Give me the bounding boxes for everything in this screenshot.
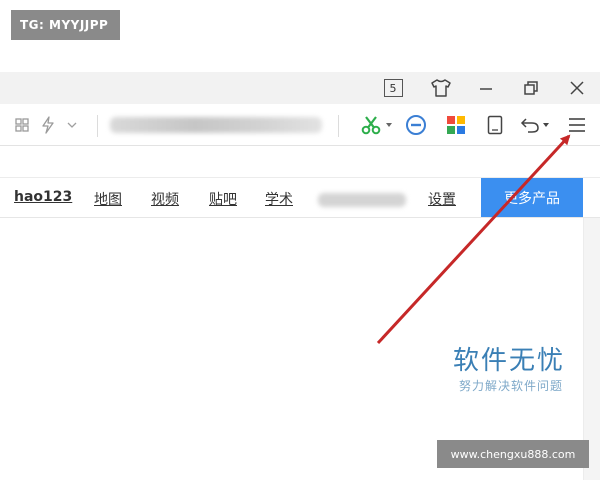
close-button[interactable]	[561, 72, 593, 104]
close-icon	[570, 81, 584, 95]
more-products-label: 更多产品	[504, 190, 560, 207]
watermark-title: 软件无忧	[453, 346, 566, 376]
watermark-subtitle: 努力解决软件问题	[459, 379, 564, 393]
minimize-button[interactable]	[470, 72, 502, 104]
nav-redacted-item[interactable]	[318, 193, 406, 207]
tab-count-button[interactable]: 5	[377, 72, 409, 104]
undo-dropdown[interactable]	[541, 113, 551, 137]
menu-icon	[569, 118, 585, 132]
nav-link-video[interactable]: 视频	[151, 189, 179, 209]
tshirt-icon	[431, 79, 451, 97]
mobile-sync-button[interactable]	[483, 113, 507, 137]
chevron-down-icon	[67, 122, 77, 128]
stop-icon	[406, 115, 426, 135]
grid-icon	[15, 118, 29, 132]
grid-button[interactable]	[12, 113, 32, 137]
page-top-nav: hao123 地图 视频 贴吧 学术 设置 更多产品	[0, 178, 600, 218]
caret-down-icon	[386, 123, 392, 127]
skin-button[interactable]	[425, 72, 457, 104]
tab-count-value: 5	[383, 79, 403, 97]
minimize-icon	[480, 88, 492, 90]
watermark-tag-badge: TG: MYYJJPP	[11, 10, 120, 40]
browser-titlebar: 5	[0, 72, 600, 104]
browser-toolbar	[0, 104, 600, 146]
ad-block-button[interactable]	[403, 113, 429, 137]
toolbar-divider	[338, 115, 339, 137]
caret-down-icon	[543, 123, 549, 127]
bolt-icon	[42, 116, 54, 134]
scissors-icon	[361, 116, 381, 135]
more-products-button[interactable]: 更多产品	[481, 178, 583, 217]
nav-link-map[interactable]: 地图	[94, 189, 122, 209]
bookmarks-bar	[0, 146, 600, 178]
apps-button[interactable]	[444, 113, 468, 137]
address-bar-redacted[interactable]	[110, 117, 322, 133]
watermark-tag-text: TG: MYYJJPP	[20, 18, 109, 32]
accelerate-button[interactable]	[38, 113, 58, 137]
screenshot-dropdown[interactable]	[384, 113, 394, 137]
restore-button[interactable]	[515, 72, 547, 104]
restore-icon	[524, 81, 538, 95]
apps-icon	[447, 116, 465, 134]
nav-link-settings[interactable]: 设置	[428, 189, 456, 209]
watermark-site-text: www.chengxu888.com	[450, 447, 576, 461]
screenshot-button[interactable]	[358, 113, 384, 137]
tablet-icon	[487, 115, 503, 135]
watermark-site-badge: www.chengxu888.com	[437, 440, 589, 468]
undo-button[interactable]	[519, 113, 541, 137]
nav-link-hao123[interactable]: hao123	[14, 189, 72, 205]
nav-link-xueshu[interactable]: 学术	[265, 189, 293, 209]
undo-icon	[520, 118, 539, 133]
nav-link-tieba[interactable]: 贴吧	[209, 189, 237, 209]
accelerate-dropdown[interactable]	[64, 113, 80, 137]
toolbar-divider	[97, 115, 98, 137]
main-menu-button[interactable]	[565, 113, 589, 137]
